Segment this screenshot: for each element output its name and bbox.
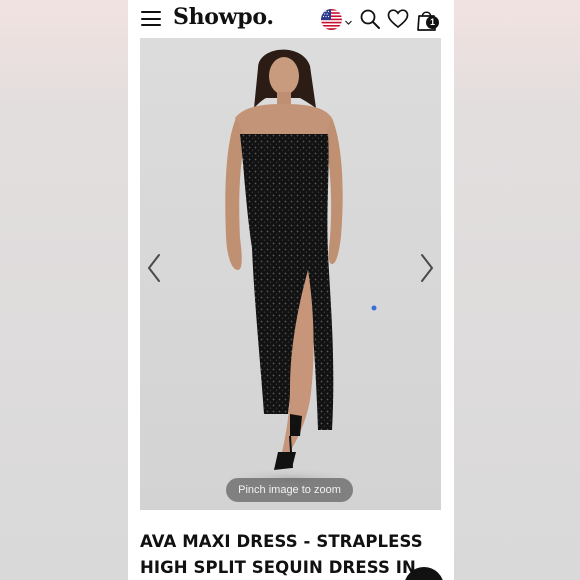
us-flag-icon[interactable] (321, 9, 342, 30)
site-header: Showpo. 1 (128, 0, 454, 38)
pinch-zoom-hint: Pinch image to zoom (226, 478, 353, 502)
product-image-gallery[interactable]: Pinch image to zoom (140, 38, 441, 510)
chevron-left-icon[interactable] (146, 252, 162, 284)
background-left (0, 0, 128, 580)
background-right (454, 0, 580, 580)
mobile-page: Showpo. 1 Pinch image to zoom AVA MAXI D… (128, 0, 454, 580)
search-icon[interactable] (359, 8, 381, 30)
cart-count-badge[interactable]: 1 (426, 16, 439, 29)
product-photo[interactable] (140, 38, 441, 510)
chevron-down-icon[interactable] (345, 13, 352, 25)
heart-icon[interactable] (387, 8, 409, 30)
product-title: AVA MAXI DRESS - STRAPLESS HIGH SPLIT SE… (140, 532, 423, 577)
chevron-right-icon[interactable] (419, 252, 435, 284)
hamburger-menu-icon[interactable] (141, 11, 161, 26)
brand-logo[interactable]: Showpo. (173, 4, 274, 30)
